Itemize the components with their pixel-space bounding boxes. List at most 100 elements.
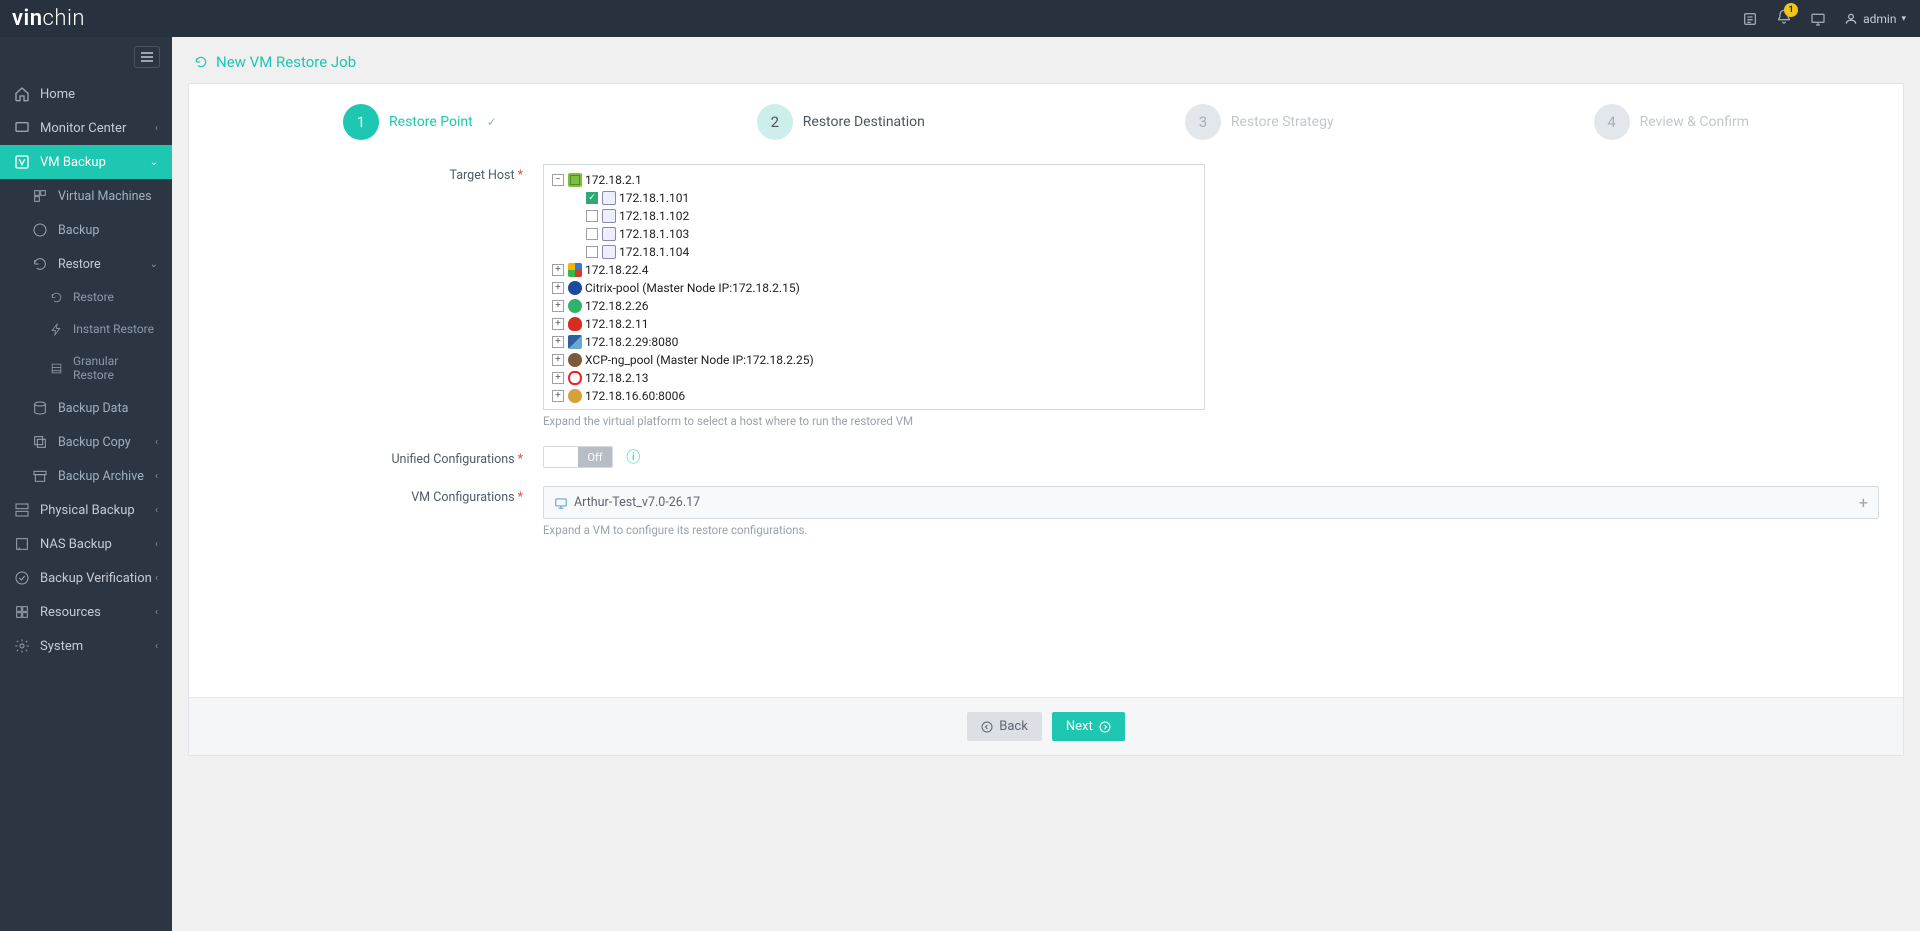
- tree-label[interactable]: 172.18.1.103: [619, 227, 689, 241]
- sidebar-item-backup-copy[interactable]: Backup Copy‹: [0, 425, 172, 459]
- tree-label[interactable]: 172.18.2.26: [585, 299, 648, 313]
- sidebar-item-vmbackup[interactable]: VM Backup⌄: [0, 145, 172, 179]
- sidebar-item-resources[interactable]: Resources‹: [0, 595, 172, 629]
- sidebar-toggle-button[interactable]: [134, 46, 160, 68]
- tree-collapse-button[interactable]: −: [552, 174, 564, 186]
- sidebar-item-label: Virtual Machines: [58, 189, 152, 204]
- tree-expand-button[interactable]: +: [552, 300, 564, 312]
- sidebar-item-label: Restore: [73, 290, 114, 304]
- tree-platform-row[interactable]: +172.18.2.13: [552, 369, 1196, 387]
- tasks-icon[interactable]: [1742, 11, 1758, 27]
- hint-target-host: Expand the virtual platform to select a …: [543, 414, 1879, 428]
- chevron-left-icon: ‹: [155, 505, 158, 516]
- host-icon: [602, 191, 616, 205]
- chevron-down-icon: ⌄: [150, 157, 158, 168]
- monitor-icon: [14, 120, 30, 136]
- sidebar-item-home[interactable]: Home: [0, 77, 172, 111]
- resources-icon: [14, 604, 30, 620]
- tree-platform-row[interactable]: +172.18.2.29:8080: [552, 333, 1196, 351]
- tree-label[interactable]: 172.18.2.29:8080: [585, 335, 678, 349]
- tree-label[interactable]: 172.18.2.1: [585, 173, 642, 187]
- display-icon[interactable]: [1810, 11, 1826, 27]
- row-target-host: Target Host* −172.18.2.1 ✓172.18.1.101 1…: [213, 164, 1879, 428]
- sidebar-item-nas-backup[interactable]: NAS Backup‹: [0, 527, 172, 561]
- tree-label[interactable]: 172.18.16.60:8006: [585, 389, 685, 403]
- instant-icon: [50, 323, 63, 336]
- tree-label[interactable]: 172.18.22.4: [585, 263, 648, 277]
- platform-icon: [568, 281, 582, 295]
- sidebar-item-label: Monitor Center: [40, 121, 126, 136]
- tree-platform-row[interactable]: + XCP-ng_pool (Master Node IP:172.18.2.25…: [552, 351, 1196, 369]
- host-checkbox[interactable]: [586, 228, 598, 240]
- sidebar-item-physical-backup[interactable]: Physical Backup‹: [0, 493, 172, 527]
- tree-label[interactable]: XCP-ng_pool (Master Node IP:172.18.2.25): [585, 353, 814, 367]
- platform-icon: [568, 317, 582, 331]
- user-name: admin: [1863, 12, 1896, 26]
- logo-part2: chin: [43, 6, 85, 31]
- tree-label[interactable]: 172.18.1.104: [619, 245, 689, 259]
- tree-platform-row[interactable]: +172.18.22.4: [552, 261, 1196, 279]
- tree-platform-row[interactable]: +172.18.2.11: [552, 315, 1196, 333]
- step-1[interactable]: 1Restore Point✓: [343, 104, 497, 140]
- tree-label[interactable]: 172.18.2.13: [585, 371, 648, 385]
- tree-expand-button[interactable]: +: [552, 282, 564, 294]
- sidebar-item-backup[interactable]: Backup: [0, 213, 172, 247]
- tree-label[interactable]: 172.18.1.102: [619, 209, 689, 223]
- step-4[interactable]: 4Review & Confirm: [1594, 104, 1749, 140]
- sidebar-item-virtual-machines[interactable]: Virtual Machines: [0, 179, 172, 213]
- wizard-steps: 1Restore Point✓ 2Restore Destination 3Re…: [213, 104, 1879, 140]
- tree-expand-button[interactable]: +: [552, 318, 564, 330]
- wizard-actions: Back Next: [189, 697, 1903, 755]
- notifications-button[interactable]: 1: [1776, 9, 1792, 29]
- chevron-left-icon: ‹: [155, 437, 158, 448]
- step-label: Restore Destination: [803, 114, 925, 130]
- vm-config-icon: [554, 496, 568, 510]
- host-checkbox[interactable]: [586, 246, 598, 258]
- host-checkbox[interactable]: ✓: [586, 192, 598, 204]
- sidebar-item-granular-restore[interactable]: Granular Restore: [0, 345, 172, 391]
- tree-expand-button[interactable]: +: [552, 336, 564, 348]
- sidebar-item-label: Backup Archive: [58, 469, 144, 484]
- tree-expand-button[interactable]: +: [552, 390, 564, 402]
- tree-platform-row[interactable]: + Citrix-pool (Master Node IP:172.18.2.15…: [552, 279, 1196, 297]
- sidebar-item-backup-data[interactable]: Backup Data: [0, 391, 172, 425]
- sidebar-item-monitor[interactable]: Monitor Center‹: [0, 111, 172, 145]
- copy-icon: [32, 434, 48, 450]
- restore-sub-icon: [50, 291, 63, 304]
- step-3[interactable]: 3Restore Strategy: [1185, 104, 1334, 140]
- sidebar-item-backup-verification[interactable]: Backup Verification‹: [0, 561, 172, 595]
- sidebar-item-instant-restore[interactable]: Instant Restore: [0, 313, 172, 345]
- unified-config-toggle[interactable]: Off: [543, 446, 613, 468]
- expand-vm-config-button[interactable]: +: [1859, 493, 1868, 512]
- verify-icon: [14, 570, 30, 586]
- tree-label[interactable]: 172.18.1.101: [619, 191, 689, 205]
- back-button[interactable]: Back: [967, 712, 1042, 741]
- sidebar-item-label: Backup: [58, 223, 99, 238]
- sidebar-item-system[interactable]: System‹: [0, 629, 172, 663]
- sidebar-item-restore[interactable]: Restore: [0, 281, 172, 313]
- sidebar-item-restore-group[interactable]: Restore⌄: [0, 247, 172, 281]
- next-button[interactable]: Next: [1052, 712, 1125, 741]
- step-2[interactable]: 2Restore Destination: [757, 104, 925, 140]
- tree-platform-row[interactable]: +172.18.16.60:8006: [552, 387, 1196, 405]
- vm-config-item[interactable]: Arthur-Test_v7.0-26.17 +: [543, 486, 1879, 519]
- logo: vinchin: [12, 6, 85, 31]
- user-icon: [1844, 12, 1858, 26]
- host-icon: [602, 227, 616, 241]
- host-checkbox[interactable]: [586, 210, 598, 222]
- user-menu[interactable]: admin ▾: [1844, 12, 1906, 26]
- home-icon: [14, 86, 30, 102]
- tree-expand-button[interactable]: +: [552, 264, 564, 276]
- sidebar-collapse-row: [0, 37, 172, 77]
- tree-label[interactable]: 172.18.2.11: [585, 317, 648, 331]
- sidebar-item-label: Resources: [40, 605, 101, 620]
- tree-platform-row[interactable]: +172.18.2.26: [552, 297, 1196, 315]
- back-label: Back: [999, 719, 1028, 734]
- tree-label[interactable]: Citrix-pool (Master Node IP:172.18.2.15): [585, 281, 800, 295]
- target-host-tree[interactable]: − 172.18.2.1 ✓ 172.18.1.101 172.18.1.102 1…: [543, 164, 1205, 410]
- sidebar-item-backup-archive[interactable]: Backup Archive‹: [0, 459, 172, 493]
- tree-expand-button[interactable]: +: [552, 372, 564, 384]
- info-icon[interactable]: ⓘ: [626, 450, 640, 466]
- tree-expand-button[interactable]: +: [552, 354, 564, 366]
- sidebar-item-label: Home: [40, 87, 75, 102]
